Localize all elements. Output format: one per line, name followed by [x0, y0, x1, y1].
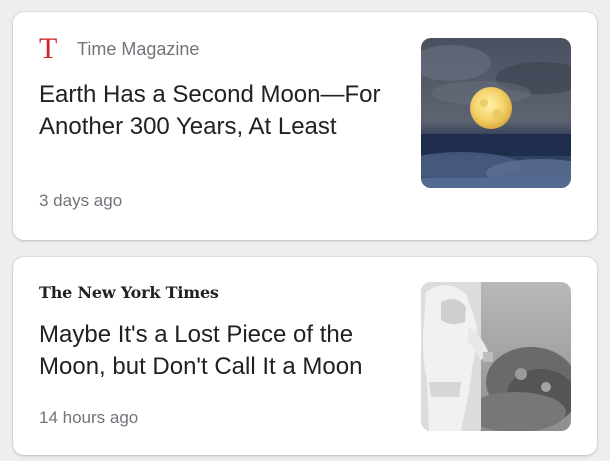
headline-link[interactable]: Earth Has a Second Moon—For Another 300 … [39, 79, 389, 143]
timestamp: 14 hours ago [39, 408, 139, 427]
source-row: The New York Times [39, 281, 219, 305]
headline-link[interactable]: Maybe It's a Lost Piece of the Moon, but… [39, 319, 399, 383]
astronaut-thumbnail[interactable] [421, 282, 571, 431]
source-row: T Time Magazine [39, 34, 199, 64]
source-name: Time Magazine [77, 39, 200, 59]
full-moon-thumbnail[interactable] [421, 38, 571, 188]
time-magazine-logo-icon: T [39, 32, 58, 65]
timestamp: 3 days ago [39, 191, 123, 210]
full-moon-image [421, 38, 571, 188]
news-card[interactable]: The New York Times Maybe It's a Lost Pie… [13, 257, 597, 455]
news-feed: T Time Magazine Earth Has a Second Moon—… [0, 0, 610, 461]
astronaut-on-moon-image [421, 282, 571, 431]
new-york-times-logo: The New York Times [39, 283, 219, 302]
news-card[interactable]: T Time Magazine Earth Has a Second Moon—… [13, 12, 597, 240]
